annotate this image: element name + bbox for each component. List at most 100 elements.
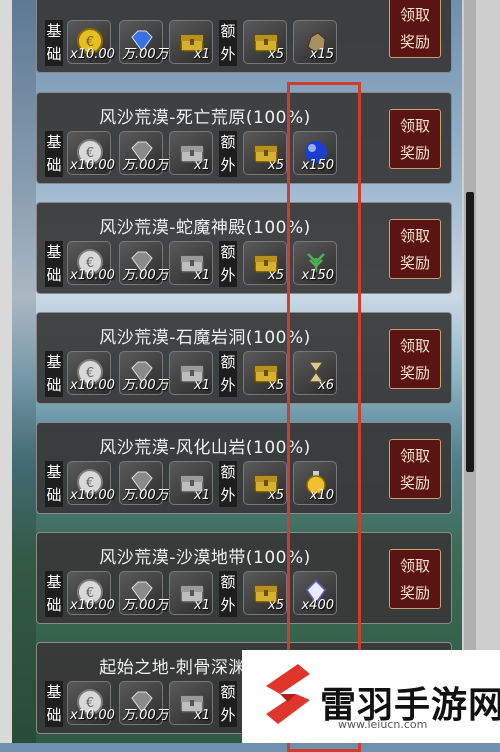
extra-label: 额外: [219, 131, 237, 177]
base-reward-slot[interactable]: 万.00万: [119, 20, 169, 64]
base-label-char: 基: [46, 573, 62, 591]
base-reward-slot[interactable]: € x10.00: [67, 681, 115, 725]
claim-button-label: 领: [399, 337, 415, 355]
reward-quantity: x5: [268, 268, 284, 283]
claim-button-label: 励: [415, 144, 431, 162]
claim-reward-button[interactable]: 领取 奖励: [389, 0, 441, 58]
reward-quantity: x5: [268, 598, 284, 613]
reward-panel: 风沙荒漠-死亡荒原(100%) 基础 € x10.00 万.00万 x1 额外 x5 x150 领…: [36, 92, 452, 184]
left-frame-shadow: [12, 0, 36, 743]
base-label-char: 础: [46, 45, 62, 63]
reward-panel: 风沙荒漠-沙漠地带(100%) 基础 € x10.00 万.00万 x1 额外 x5 x400 领…: [36, 532, 452, 624]
reward-quantity: 万.00万: [122, 708, 169, 723]
reward-quantity: 万.00万: [122, 158, 169, 173]
reward-quantity: 万.00万: [122, 488, 169, 503]
claim-button-label: 领: [399, 557, 415, 575]
base-reward-slot[interactable]: 万.00万: [119, 241, 169, 285]
base-reward-slot[interactable]: € x10.00: [67, 461, 115, 505]
reward-quantity: x10.00: [70, 47, 115, 62]
claim-button-label: 奖: [399, 474, 415, 492]
extra-reward-slot[interactable]: x5: [243, 241, 287, 285]
base-label: 基础: [45, 681, 63, 727]
base-reward-slot[interactable]: € x10.00: [67, 20, 115, 64]
extra-label: 额外: [219, 681, 237, 727]
reward-panel: 风沙荒漠-风化山岩(100%) 基础 € x10.00 万.00万 x1 额外 x5 x10 领取…: [36, 422, 452, 514]
claim-reward-button[interactable]: 领取 奖励: [389, 109, 441, 169]
extra-label-char: 外: [220, 266, 236, 284]
reward-panel: 基础 € x10.00 万.00万 x1 额外 x5 x15 领取 奖励: [36, 0, 452, 73]
reward-quantity: 万.00万: [122, 598, 169, 613]
claim-button-label: 励: [415, 474, 431, 492]
base-reward-slot[interactable]: 万.00万: [119, 461, 169, 505]
extra-label-char: 外: [220, 486, 236, 504]
extra-label-char: 额: [220, 22, 236, 40]
base-label-char: 基: [46, 243, 62, 261]
base-reward-slot[interactable]: x1: [169, 131, 213, 175]
claim-button-label: 奖: [399, 144, 415, 162]
reward-quantity: x15: [309, 47, 334, 62]
claim-reward-button[interactable]: 领取 奖励: [389, 329, 441, 389]
base-reward-slot[interactable]: x1: [169, 681, 213, 725]
base-label-char: 基: [46, 353, 62, 371]
extra-label-char: 外: [220, 376, 236, 394]
extra-label-char: 额: [220, 243, 236, 261]
extra-label-char: 外: [220, 706, 236, 724]
base-label: 基础: [45, 131, 63, 177]
base-reward-slot[interactable]: x1: [169, 461, 213, 505]
base-label-char: 础: [46, 486, 62, 504]
reward-quantity: 万.00万: [122, 268, 169, 283]
extra-reward-slot[interactable]: x5: [243, 461, 287, 505]
claim-button-label: 领: [399, 117, 415, 135]
extra-label: 额外: [219, 20, 237, 66]
base-reward-slot[interactable]: € x10.00: [67, 571, 115, 615]
extra-reward-slot[interactable]: x15: [293, 20, 337, 64]
reward-quantity: 万.00万: [122, 47, 169, 62]
base-label: 基础: [45, 20, 63, 66]
extra-label: 额外: [219, 241, 237, 287]
reward-quantity: x1: [194, 598, 210, 613]
base-reward-slot[interactable]: 万.00万: [119, 351, 169, 395]
base-reward-slot[interactable]: x1: [169, 241, 213, 285]
claim-reward-button[interactable]: 领取 奖励: [389, 439, 441, 499]
base-label-char: 基: [46, 133, 62, 151]
base-reward-slot[interactable]: 万.00万: [119, 571, 169, 615]
base-reward-slot[interactable]: x1: [169, 20, 213, 64]
watermark-url: www.leiucn.com: [338, 718, 428, 731]
extra-reward-slot[interactable]: x5: [243, 351, 287, 395]
base-reward-slot[interactable]: € x10.00: [67, 241, 115, 285]
base-reward-slot[interactable]: € x10.00: [67, 131, 115, 175]
extra-label-char: 额: [220, 463, 236, 481]
reward-quantity: x1: [194, 47, 210, 62]
claim-button-label: 取: [415, 117, 431, 135]
claim-button-label: 励: [415, 254, 431, 272]
reward-quantity: x10.00: [70, 488, 115, 503]
extra-label-char: 外: [220, 596, 236, 614]
extra-label-char: 额: [220, 683, 236, 701]
left-frame: [0, 0, 12, 743]
reward-quantity: x1: [194, 708, 210, 723]
claim-reward-button[interactable]: 领取 奖励: [389, 549, 441, 609]
reward-quantity: x10.00: [70, 708, 115, 723]
extra-reward-slot[interactable]: x5: [243, 571, 287, 615]
claim-reward-button[interactable]: 领取 奖励: [389, 219, 441, 279]
claim-button-label: 取: [415, 557, 431, 575]
reward-panel: 风沙荒漠-石魔岩洞(100%) 基础 € x10.00 万.00万 x1 额外 x5 x6 领取奖…: [36, 312, 452, 404]
claim-button-label: 领: [399, 447, 415, 465]
extra-reward-slot[interactable]: x5: [243, 131, 287, 175]
base-reward-slot[interactable]: x1: [169, 351, 213, 395]
claim-button-label: 励: [415, 33, 431, 51]
base-reward-slot[interactable]: 万.00万: [119, 681, 169, 725]
base-reward-slot[interactable]: € x10.00: [67, 351, 115, 395]
reward-quantity: x1: [194, 378, 210, 393]
claim-button-label: 奖: [399, 254, 415, 272]
scrollbar-thumb[interactable]: [466, 192, 474, 472]
reward-quantity: x1: [194, 268, 210, 283]
claim-button-label: 奖: [399, 584, 415, 602]
extra-reward-slot[interactable]: x5: [243, 20, 287, 64]
base-reward-slot[interactable]: x1: [169, 571, 213, 615]
base-label: 基础: [45, 241, 63, 287]
extra-label-char: 额: [220, 133, 236, 151]
base-reward-slot[interactable]: 万.00万: [119, 131, 169, 175]
base-label-char: 础: [46, 266, 62, 284]
base-label: 基础: [45, 351, 63, 397]
